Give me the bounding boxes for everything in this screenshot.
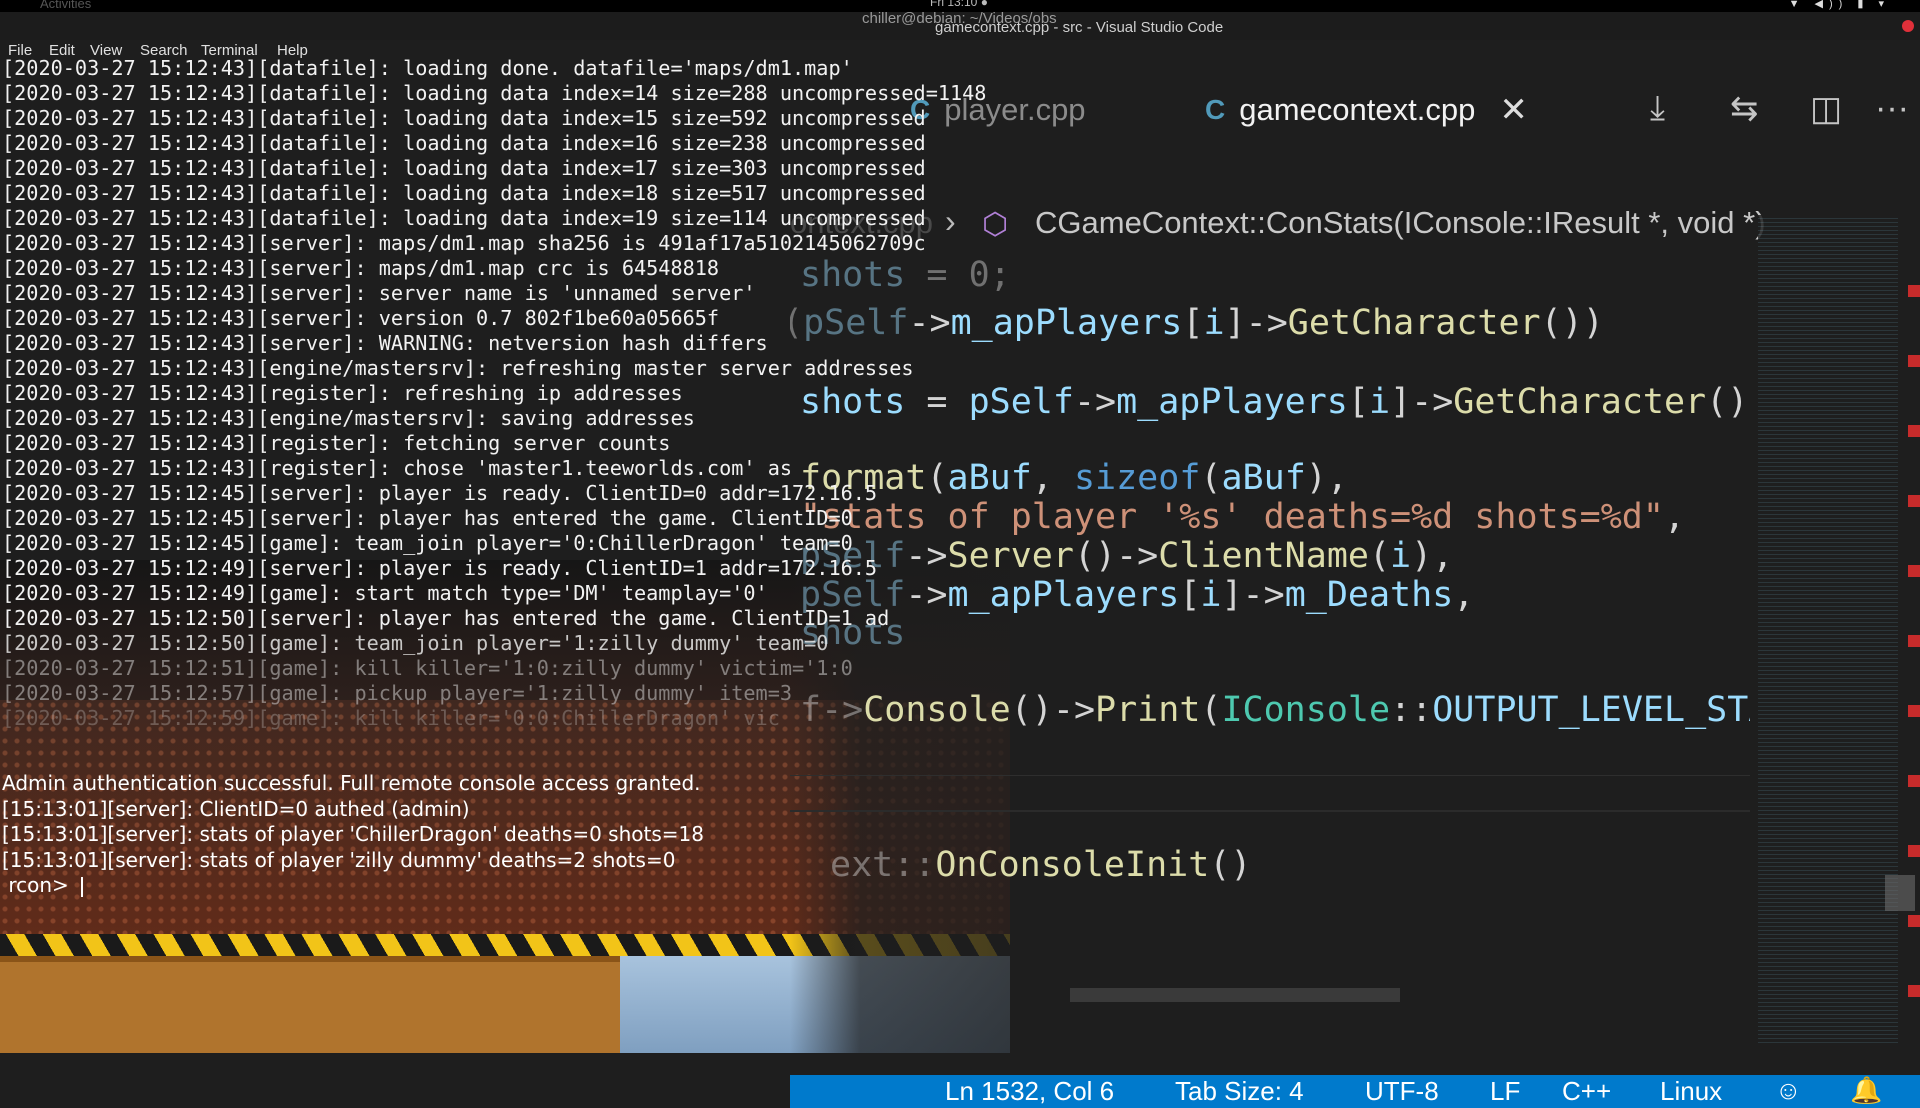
log-line: [2020-03-27 15:12:43][register]: fetchin… [2, 431, 671, 455]
log-line: [2020-03-27 15:12:43][register]: refresh… [2, 381, 683, 405]
horizontal-scrollbar[interactable] [1070, 988, 1400, 1002]
editor-current-line [790, 775, 1750, 776]
rcon-input[interactable]: rcon> [2, 873, 704, 899]
log-line: [2020-03-27 15:12:43][datafile]: loading… [2, 206, 926, 230]
log-line: [2020-03-27 15:12:43][register]: chose '… [2, 456, 793, 480]
rcon-console[interactable]: Admin authentication successful. Full re… [2, 771, 704, 899]
rcon-message: Admin authentication successful. Full re… [2, 771, 701, 795]
feedback-icon[interactable]: ☺ [1775, 1075, 1802, 1106]
log-line: [2020-03-27 15:12:43][datafile]: loading… [2, 131, 926, 155]
log-line: [2020-03-27 15:12:50][game]: team_join p… [2, 631, 829, 655]
log-line: [2020-03-27 15:12:43][datafile]: loading… [2, 56, 853, 80]
terminal-log[interactable]: [2020-03-27 15:12:43][datafile]: loading… [2, 56, 1242, 731]
git-compare-icon[interactable]: ⇆ [1730, 89, 1759, 129]
log-line: [2020-03-27 15:12:45][game]: team_join p… [2, 531, 853, 555]
log-line: [2020-03-27 15:12:45][server]: player ha… [2, 506, 853, 530]
vertical-scrollbar[interactable] [1908, 245, 1920, 1055]
close-icon[interactable]: ✕ [1499, 90, 1528, 130]
editor-minimap[interactable] [1758, 215, 1898, 1045]
log-line: [2020-03-27 15:12:43][server]: WARNING: … [2, 331, 768, 355]
log-line: [2020-03-27 15:12:43][server]: server na… [2, 281, 756, 305]
rcon-message: [15:13:01][server]: stats of player 'zil… [2, 847, 676, 872]
log-line: [2020-03-27 15:12:59][game]: kill killer… [2, 706, 780, 730]
status-encoding[interactable]: UTF-8 [1365, 1075, 1439, 1108]
log-line: [2020-03-27 15:12:49][server]: player is… [2, 556, 878, 580]
system-tray-icons[interactable]: ▼ ◀)) ▮ ▾ [1789, 0, 1890, 10]
log-line: [2020-03-27 15:12:50][server]: player ha… [2, 606, 890, 630]
rcon-prompt-label: rcon> [2, 873, 76, 897]
log-line: [2020-03-27 15:12:43][engine/mastersrv]:… [2, 406, 695, 430]
text-cursor [81, 876, 84, 897]
log-line: [2020-03-27 15:12:43][datafile]: loading… [2, 106, 926, 130]
log-line: [2020-03-27 15:12:43][datafile]: loading… [2, 181, 926, 205]
tab-label: gamecontext.cpp [1239, 92, 1476, 127]
rcon-message: [15:13:01][server]: stats of player 'Chi… [2, 822, 704, 846]
log-line: [2020-03-27 15:12:43][server]: version 0… [2, 306, 720, 330]
log-line: [2020-03-27 15:12:43][engine/mastersrv]:… [2, 356, 914, 380]
code-line: ext::OnConsoleInit() [830, 845, 1252, 885]
log-line: [2020-03-27 15:12:51][game]: kill killer… [2, 656, 853, 680]
status-bar: Ln 1532, Col 6 Tab Size: 4 UTF-8 LF C++ … [790, 1075, 1920, 1108]
status-eol[interactable]: LF [1490, 1075, 1520, 1108]
game-ground-edge [0, 956, 620, 962]
log-line: [2020-03-27 15:12:43][server]: maps/dm1.… [2, 256, 720, 280]
window-close-button[interactable] [1902, 20, 1914, 32]
rcon-message: [15:13:01][server]: ClientID=0 authed (a… [2, 796, 470, 821]
status-language[interactable]: C++ [1562, 1075, 1611, 1108]
open-changes-icon[interactable]: ⤓ [1650, 89, 1665, 128]
activities-button[interactable]: Activities [40, 0, 91, 11]
log-line: [2020-03-27 15:12:43][datafile]: loading… [2, 81, 987, 105]
vscode-window-title: gamecontext.cpp - src - Visual Studio Co… [935, 19, 1224, 36]
log-line: [2020-03-27 15:12:49][game]: start match… [2, 581, 768, 605]
window-title-bar: chiller@debian: ~/Videos/obs gamecontext… [0, 10, 1920, 40]
log-line: [2020-03-27 15:12:57][game]: pickup play… [2, 681, 793, 705]
status-cursor-position[interactable]: Ln 1532, Col 6 [945, 1075, 1114, 1108]
game-ground-tile [0, 956, 620, 1053]
system-clock[interactable]: Fri 13:10 ● [930, 0, 988, 9]
log-line: [2020-03-27 15:12:43][server]: maps/dm1.… [2, 231, 926, 255]
more-actions-icon[interactable]: ··· [1875, 89, 1909, 128]
status-tab-size[interactable]: Tab Size: 4 [1175, 1075, 1304, 1108]
log-line: [2020-03-27 15:12:45][server]: player is… [2, 481, 878, 505]
editor-fold-separator [790, 810, 1750, 812]
log-line: [2020-03-27 15:12:43][datafile]: loading… [2, 156, 926, 180]
status-os[interactable]: Linux [1660, 1075, 1722, 1108]
split-editor-icon[interactable]: ◫ [1810, 89, 1842, 129]
bell-icon[interactable]: 🔔 [1850, 1075, 1882, 1106]
